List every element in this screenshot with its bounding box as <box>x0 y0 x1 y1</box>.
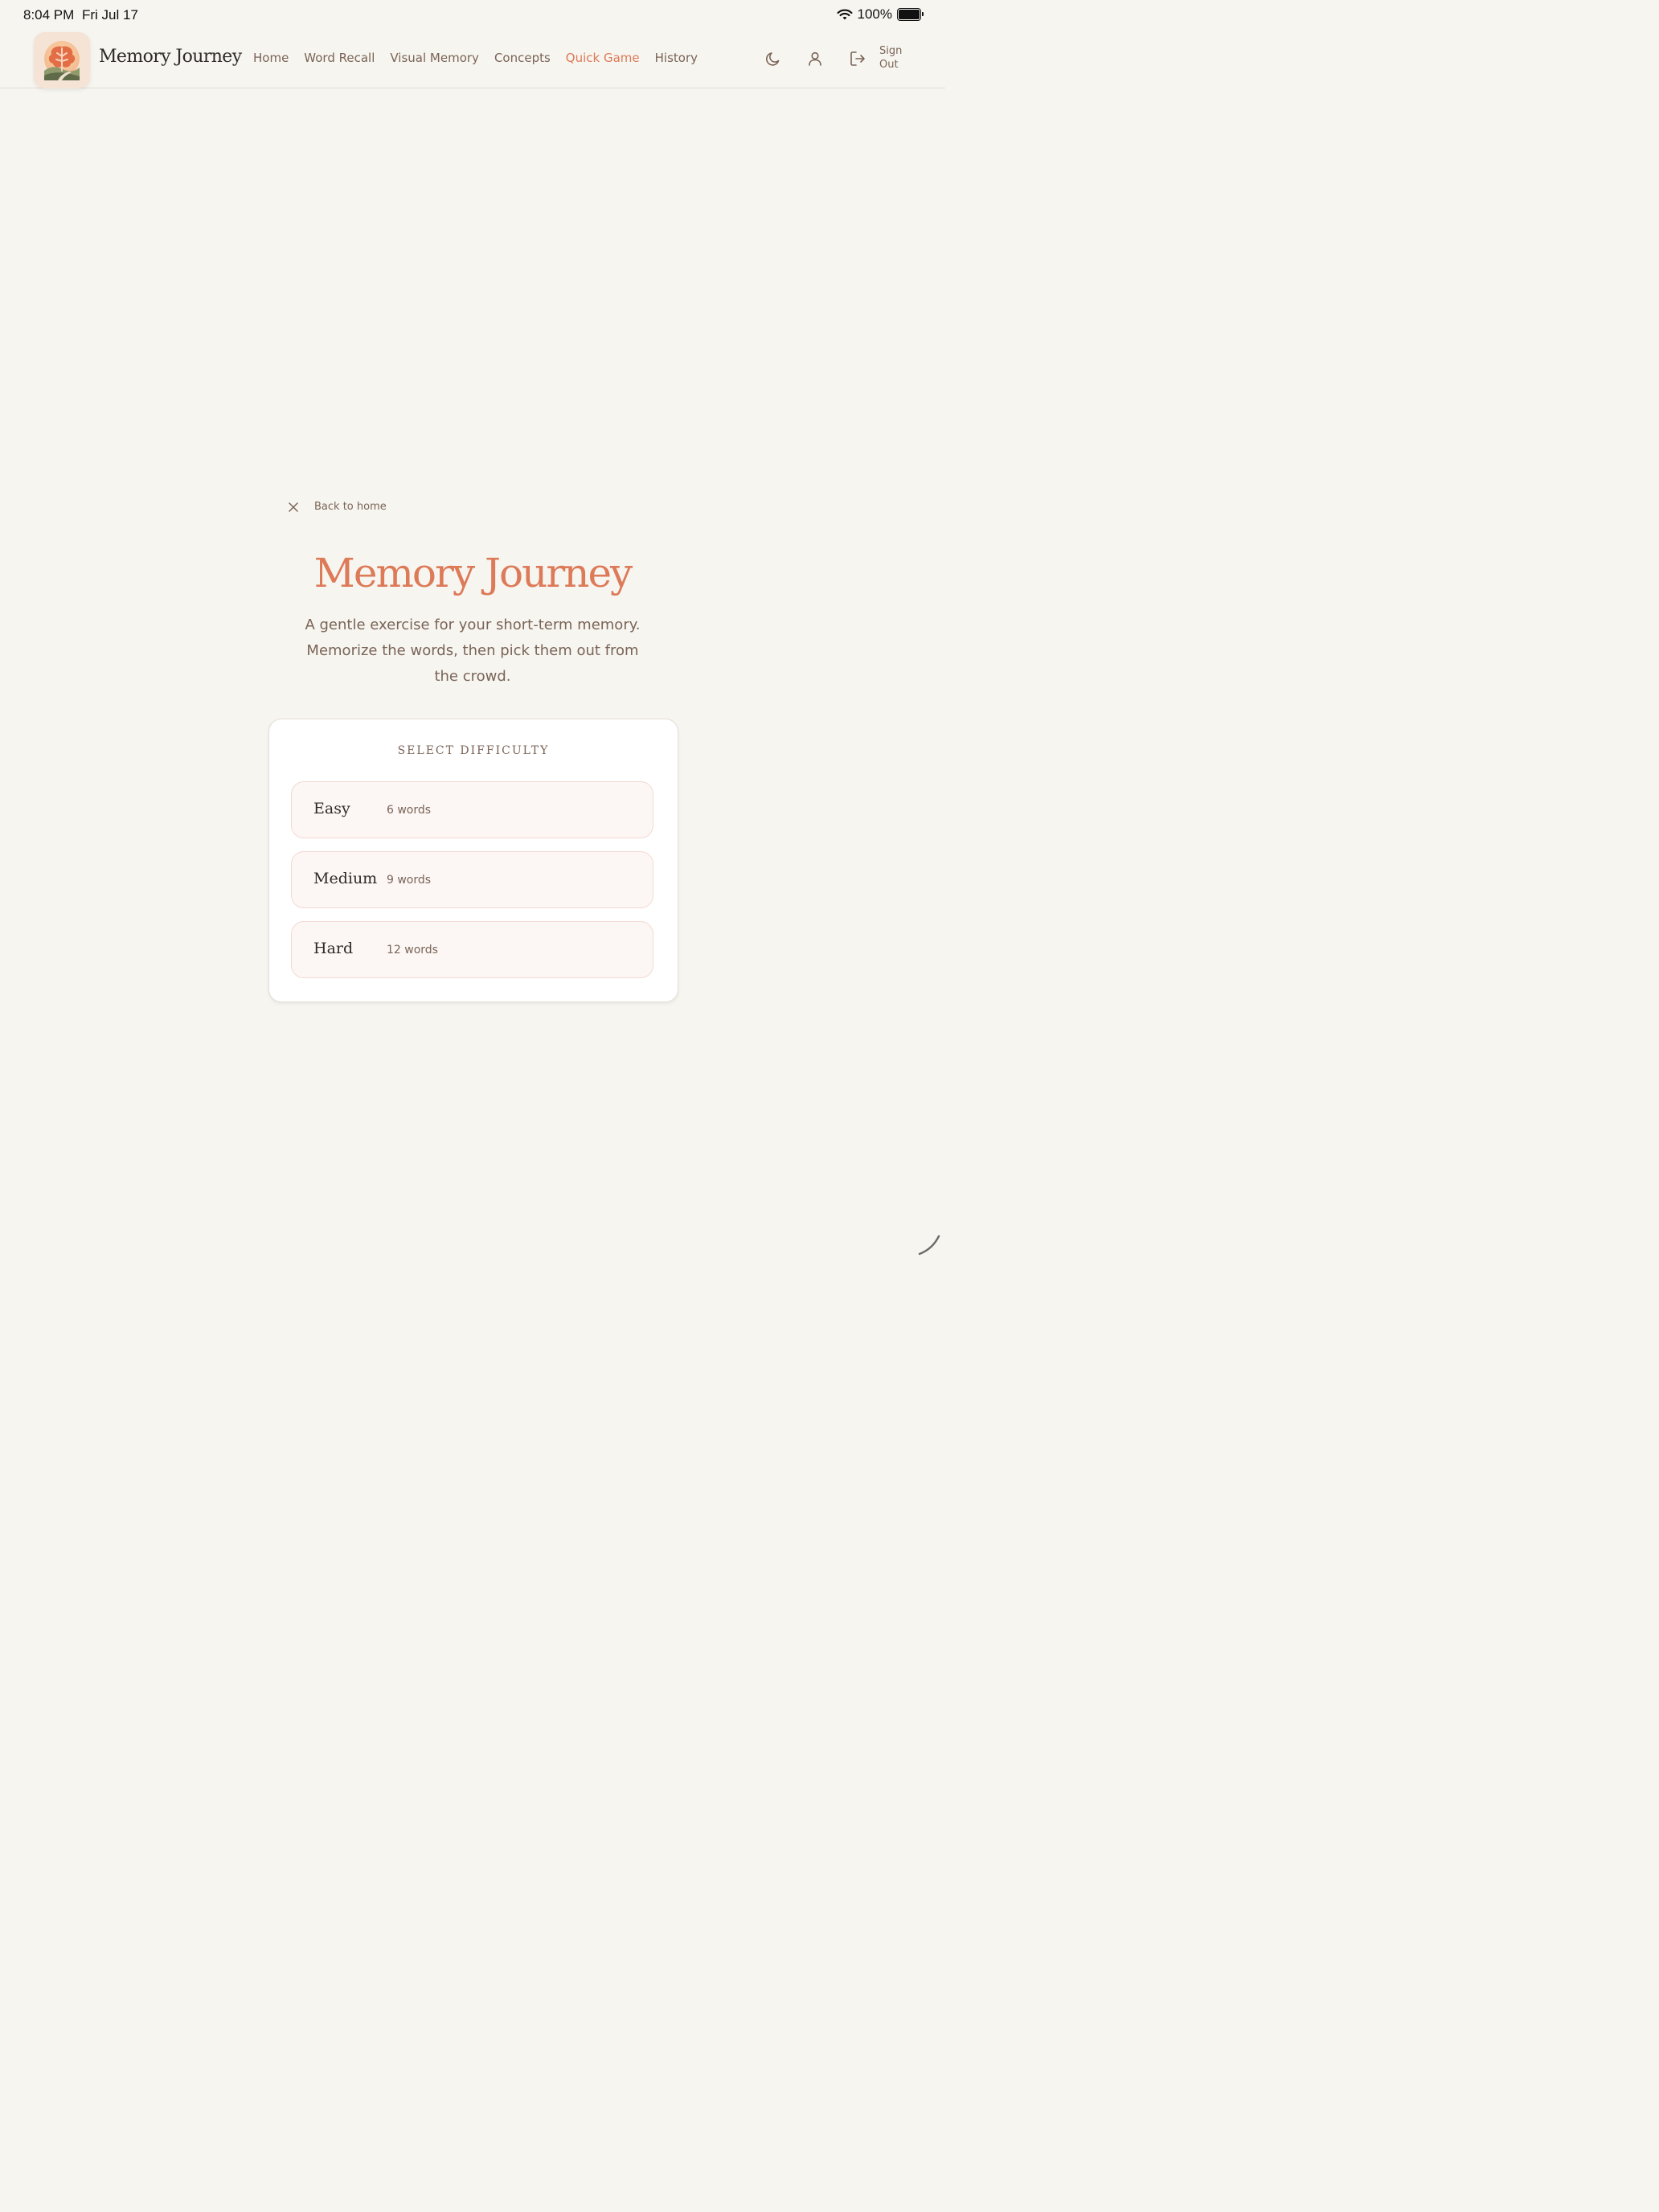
sign-out-label-2: Out <box>879 59 899 71</box>
nav-word-recall[interactable]: Word Recall <box>304 51 375 65</box>
difficulty-card: SELECT DIFFICULTY Easy 6 words Medium 9 … <box>268 719 678 1002</box>
nav-concepts[interactable]: Concepts <box>494 51 551 65</box>
nav-home[interactable]: Home <box>253 51 289 65</box>
difficulty-option-hard[interactable]: Hard 12 words <box>291 921 653 978</box>
user-icon[interactable] <box>805 49 825 68</box>
back-to-home-label: Back to home <box>314 501 387 513</box>
battery-icon <box>897 8 924 21</box>
difficulty-label: Medium <box>313 870 378 887</box>
word-count: 12 words <box>387 944 438 956</box>
word-count: 6 words <box>387 804 432 817</box>
page-subtitle: A gentle exercise for your short-term me… <box>305 616 641 685</box>
nav-quick-game[interactable]: Quick Game <box>566 51 640 65</box>
difficulty-label: Easy <box>313 800 350 817</box>
sign-out-icon[interactable] <box>848 49 867 68</box>
sign-out-label-1: Sign <box>879 45 903 57</box>
status-time: 8:04 PM <box>23 7 75 23</box>
sign-out-button[interactable]: Sign Out <box>879 44 911 72</box>
app-header: Memory Journey Home Word Recall Visual M… <box>0 29 945 88</box>
brain-logo-icon[interactable] <box>34 32 90 88</box>
status-right: 100% <box>837 6 924 23</box>
page-title: Memory Journey <box>313 550 633 596</box>
brand-title[interactable]: Memory Journey <box>99 47 242 67</box>
nav-history[interactable]: History <box>655 51 698 65</box>
status-date: Fri Jul 17 <box>82 7 138 23</box>
back-to-home-link[interactable]: Back to home <box>288 501 387 513</box>
word-count: 9 words <box>387 874 432 887</box>
close-icon <box>289 502 298 512</box>
wifi-icon <box>837 9 853 19</box>
difficulty-option-medium[interactable]: Medium 9 words <box>291 851 653 908</box>
status-bar: 8:04 PM Fri Jul 17 100% <box>0 0 945 29</box>
card-heading: SELECT DIFFICULTY <box>397 744 550 757</box>
difficulty-option-easy[interactable]: Easy 6 words <box>291 781 653 838</box>
difficulty-label: Hard <box>313 940 354 957</box>
battery-percent: 100% <box>857 6 892 22</box>
main-nav: Home Word Recall Visual Memory Concepts … <box>253 51 698 65</box>
nav-visual-memory[interactable]: Visual Memory <box>390 51 479 65</box>
moon-icon[interactable] <box>764 49 783 68</box>
resize-handle-icon[interactable] <box>916 1231 940 1256</box>
